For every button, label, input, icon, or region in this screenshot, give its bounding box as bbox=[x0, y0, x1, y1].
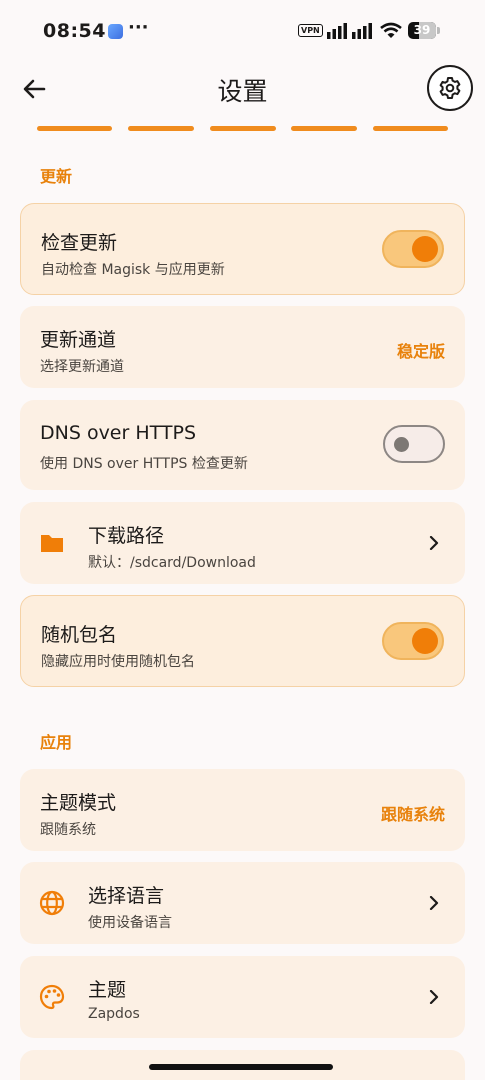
home-indicator[interactable] bbox=[149, 1064, 333, 1070]
dns-over-https-toggle[interactable] bbox=[383, 425, 445, 463]
folder-icon bbox=[41, 535, 63, 552]
more-notifications-icon: ··· bbox=[128, 17, 149, 38]
dns-over-https-item[interactable]: DNS over HTTPS 使用 DNS over HTTPS 检查更新 bbox=[20, 400, 465, 490]
globe-icon bbox=[39, 890, 65, 916]
language-title: 选择语言 bbox=[88, 885, 165, 907]
tab-indicator bbox=[210, 126, 276, 131]
vpn-badge: VPN bbox=[298, 24, 323, 37]
check-update-subtitle: 自动检查 Magisk 与应用更新 bbox=[41, 262, 225, 278]
check-update-toggle[interactable] bbox=[382, 230, 444, 268]
random-package-toggle[interactable] bbox=[382, 622, 444, 660]
chevron-right-icon bbox=[429, 896, 439, 910]
random-package-subtitle: 隐藏应用时使用随机包名 bbox=[41, 654, 195, 670]
theme-mode-item[interactable]: 主题模式 跟随系统 跟随系统 bbox=[20, 769, 465, 851]
download-path-subtitle: 默认：/sdcard/Download bbox=[88, 555, 256, 571]
random-package-item[interactable]: 随机包名 隐藏应用时使用随机包名 bbox=[20, 595, 465, 687]
update-channel-value: 稳定版 bbox=[396, 342, 445, 361]
app-notification-icon bbox=[108, 24, 123, 39]
chevron-right-icon bbox=[429, 536, 439, 550]
battery-level: 39 bbox=[413, 23, 431, 37]
random-package-title: 随机包名 bbox=[41, 624, 118, 646]
section-title-app: 应用 bbox=[40, 733, 73, 752]
check-update-title: 检查更新 bbox=[41, 232, 118, 254]
section-title-update: 更新 bbox=[40, 167, 73, 186]
theme-title: 主题 bbox=[88, 979, 127, 1001]
dns-over-https-subtitle: 使用 DNS over HTTPS 检查更新 bbox=[40, 456, 248, 472]
tab-indicator bbox=[37, 126, 112, 131]
language-subtitle: 使用设备语言 bbox=[88, 915, 172, 931]
download-path-item[interactable]: 下载路径 默认：/sdcard/Download bbox=[20, 502, 465, 584]
palette-icon bbox=[39, 984, 65, 1010]
status-bar: 08:54 ··· VPN 39 bbox=[0, 0, 485, 60]
dns-over-https-title: DNS over HTTPS bbox=[40, 422, 197, 444]
download-path-title: 下载路径 bbox=[88, 525, 165, 547]
gear-icon bbox=[439, 77, 461, 99]
status-time: 08:54 bbox=[43, 20, 106, 42]
theme-mode-value: 跟随系统 bbox=[380, 805, 445, 824]
language-item[interactable]: 选择语言 使用设备语言 bbox=[20, 862, 465, 944]
update-channel-title: 更新通道 bbox=[40, 329, 117, 351]
tab-indicator bbox=[128, 126, 194, 131]
theme-mode-subtitle: 跟随系统 bbox=[40, 822, 96, 838]
battery-icon: 39 bbox=[408, 22, 436, 39]
settings-button[interactable] bbox=[427, 65, 473, 111]
update-channel-subtitle: 选择更新通道 bbox=[40, 359, 124, 375]
tab-indicator bbox=[291, 126, 357, 131]
theme-subtitle: Zapdos bbox=[88, 1006, 140, 1022]
tab-indicator-strip bbox=[0, 126, 485, 132]
theme-mode-title: 主题模式 bbox=[40, 792, 117, 814]
theme-item[interactable]: 主题 Zapdos bbox=[20, 956, 465, 1038]
wifi-icon bbox=[380, 22, 402, 38]
signal-icon bbox=[327, 23, 372, 39]
page-title: 设置 bbox=[217, 77, 268, 106]
update-channel-item[interactable]: 更新通道 选择更新通道 稳定版 bbox=[20, 306, 465, 388]
tab-indicator bbox=[373, 126, 448, 131]
chevron-right-icon bbox=[429, 990, 439, 1004]
check-update-item[interactable]: 检查更新 自动检查 Magisk 与应用更新 bbox=[20, 203, 465, 295]
